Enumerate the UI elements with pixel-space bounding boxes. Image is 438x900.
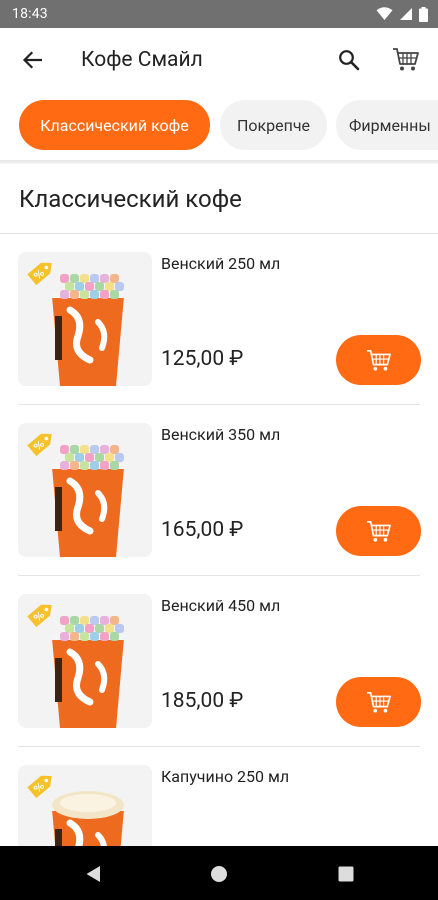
product-card[interactable]: % Венский 250 мл 125,00 ₽ — [0, 234, 438, 405]
chip-stronger[interactable]: Покрепче — [220, 100, 327, 150]
nav-home-button[interactable] — [208, 863, 230, 885]
product-card[interactable]: % Венский 350 мл 165,00 ₽ — [0, 405, 438, 576]
product-price: 125,00 ₽ — [161, 347, 244, 371]
product-card[interactable]: % Венский 450 мл 185,00 ₽ — [0, 576, 438, 747]
add-to-cart-button[interactable] — [336, 335, 421, 385]
product-name: Венский 250 мл — [161, 254, 281, 273]
nav-recents-button[interactable] — [335, 863, 357, 885]
cart-icon — [366, 349, 391, 371]
status-icons — [376, 6, 428, 22]
back-arrow-icon — [22, 51, 42, 69]
product-price: 165,00 ₽ — [161, 518, 244, 542]
signal-icon — [400, 8, 412, 20]
system-nav-bar — [0, 846, 438, 900]
product-name: Венский 450 мл — [161, 596, 281, 615]
chips-divider — [0, 160, 438, 164]
product-image[interactable]: % — [18, 252, 152, 386]
product-image[interactable]: % — [18, 423, 152, 557]
product-image[interactable]: % — [18, 594, 152, 728]
nav-home-icon — [211, 866, 227, 882]
chip-classic-coffee[interactable]: Классический кофе — [19, 100, 210, 150]
cart-button[interactable] — [390, 43, 422, 75]
status-time: 18:43 — [12, 6, 48, 22]
page-title: Кофе Смайл — [81, 48, 203, 72]
nav-recents-icon — [338, 866, 354, 882]
product-name: Капучино 250 мл — [161, 767, 290, 786]
add-to-cart-button[interactable] — [336, 677, 421, 727]
cart-icon — [366, 520, 391, 542]
chip-signature[interactable]: Фирменны — [336, 100, 438, 150]
add-to-cart-button[interactable] — [336, 506, 421, 556]
back-button[interactable] — [18, 46, 46, 74]
product-name: Венский 350 мл — [161, 425, 281, 444]
category-chips: Классический кофе Покрепче Фирменны — [0, 100, 438, 152]
search-button[interactable] — [334, 45, 364, 75]
wifi-icon — [376, 7, 393, 20]
cart-icon — [393, 48, 419, 71]
search-icon — [339, 50, 360, 71]
nav-back-button[interactable] — [82, 863, 104, 885]
product-price: 185,00 ₽ — [161, 689, 244, 713]
app-bar: Кофе Смайл — [0, 28, 438, 92]
battery-icon — [419, 6, 428, 22]
section-title: Классический кофе — [19, 185, 242, 213]
cart-icon — [366, 691, 391, 713]
nav-back-icon — [86, 866, 100, 882]
status-bar: 18:43 — [0, 0, 438, 28]
